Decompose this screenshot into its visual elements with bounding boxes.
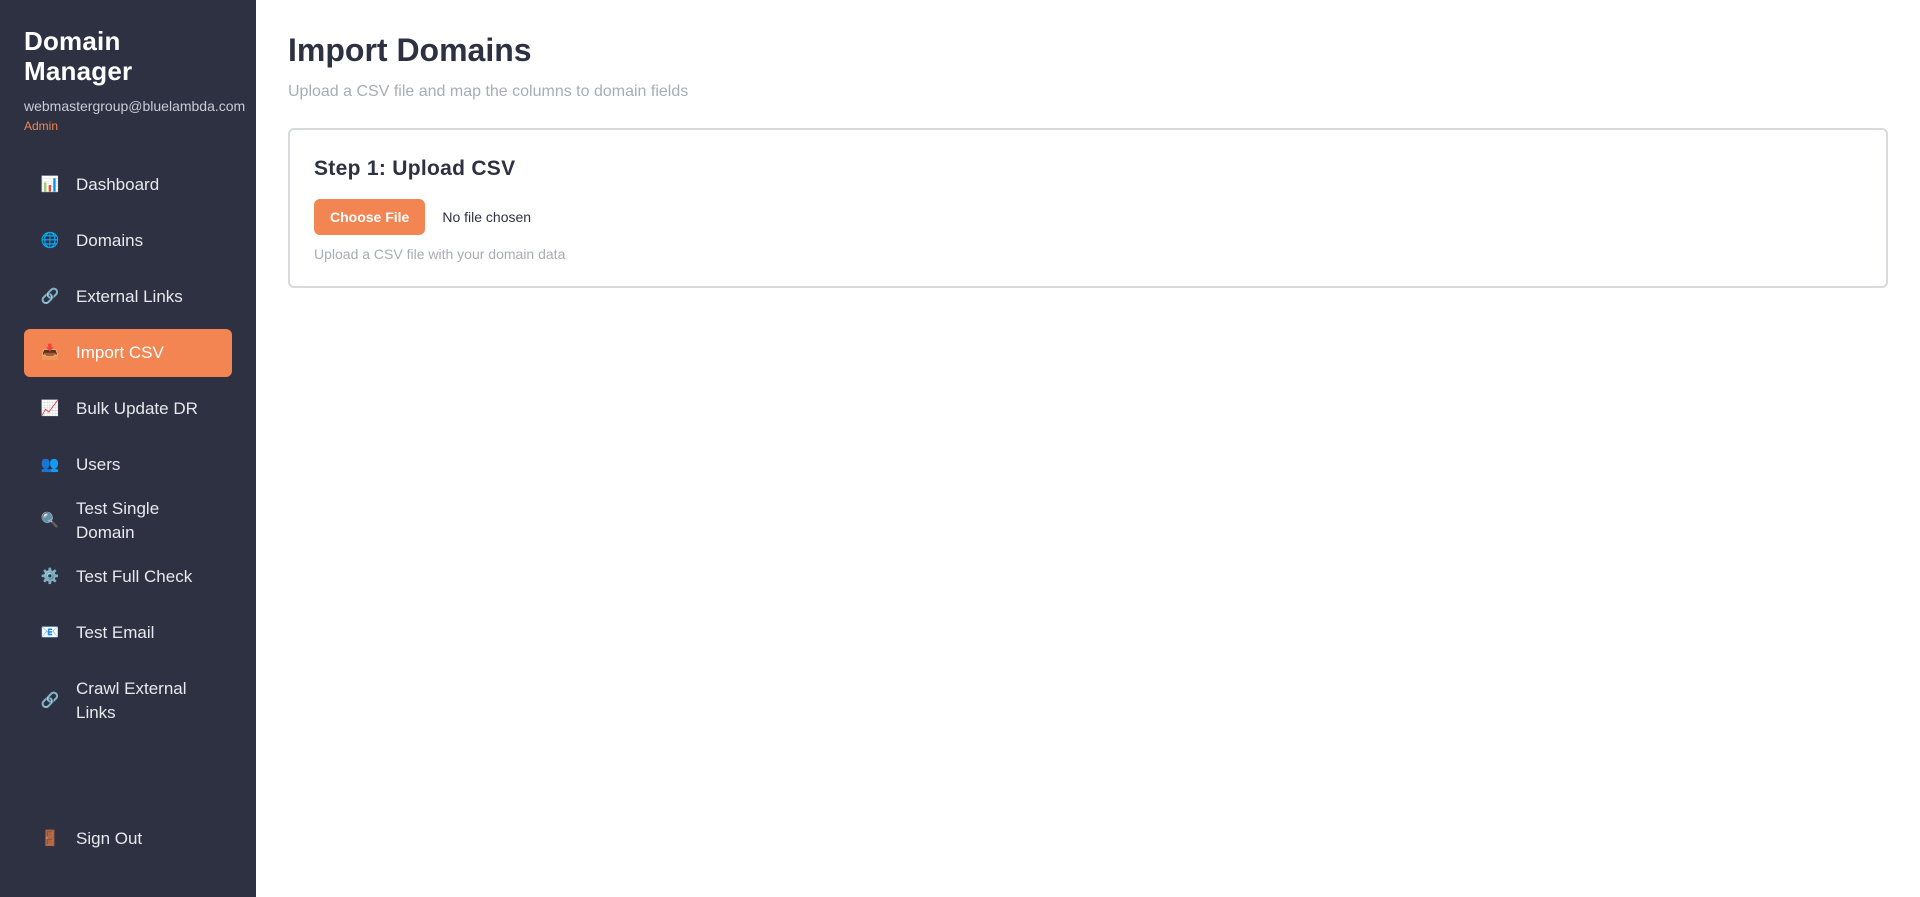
sidebar-item-users[interactable]: 👥 Users: [24, 441, 232, 489]
file-status-text: No file chosen: [442, 209, 532, 225]
sidebar-nav: 📊 Dashboard 🌐 Domains 🔗 External Links 📥…: [0, 161, 256, 737]
choose-file-button[interactable]: Choose File: [314, 199, 426, 235]
app-title: Domain Manager: [24, 26, 133, 86]
sidebar-item-label: Users: [76, 455, 121, 474]
email-icon: 📧: [40, 624, 60, 641]
gear-icon: ⚙️: [40, 568, 60, 585]
sidebar-item-label: Test Single Domain: [76, 499, 160, 542]
sidebar-item-domains[interactable]: 🌐 Domains: [24, 217, 232, 265]
sidebar-item-label: Domains: [76, 231, 144, 250]
sign-out-label: Sign Out: [76, 829, 143, 848]
sidebar-item-dashboard[interactable]: 📊 Dashboard: [24, 161, 232, 209]
door-icon: 🚪: [40, 830, 60, 847]
sidebar-item-label: Dashboard: [76, 175, 160, 194]
sign-out-button[interactable]: 🚪 Sign Out: [24, 815, 232, 863]
sidebar: Domain Manager webmastergroup@bluelambda…: [0, 0, 256, 897]
sidebar-item-label: Bulk Update DR: [76, 399, 198, 418]
brand-block: Domain Manager webmastergroup@bluelambda…: [0, 0, 256, 133]
sidebar-item-label: Crawl External Links: [76, 679, 187, 722]
sidebar-item-label: Test Email: [76, 623, 155, 642]
user-email: webmastergroup@bluelambda.com: [24, 98, 246, 114]
sidebar-item-label: Import CSV: [76, 343, 164, 362]
sidebar-item-bulk-update-dr[interactable]: 📈 Bulk Update DR: [24, 385, 232, 433]
main-content: Import Domains Upload a CSV file and map…: [256, 0, 1920, 897]
bar-chart-icon: 📊: [40, 176, 60, 193]
sidebar-item-label: External Links: [76, 287, 183, 306]
upload-help-text: Upload a CSV file with your domain data: [314, 246, 566, 262]
link-icon: 🔗: [40, 288, 60, 305]
sidebar-item-external-links[interactable]: 🔗 External Links: [24, 273, 232, 321]
sidebar-item-import-csv[interactable]: 📥 Import CSV: [24, 329, 232, 377]
globe-icon: 🌐: [40, 232, 60, 249]
sidebar-item-test-email[interactable]: 📧 Test Email: [24, 609, 232, 657]
app-root: Domain Manager webmastergroup@bluelambda…: [0, 0, 1920, 897]
sidebar-item-test-single-domain[interactable]: 🔍 Test Single Domain: [24, 497, 232, 545]
trending-up-icon: 📈: [40, 400, 60, 417]
page-subtitle: Upload a CSV file and map the columns to…: [288, 83, 689, 100]
magnifier-icon: 🔍: [40, 512, 60, 529]
sidebar-item-test-full-check[interactable]: ⚙️ Test Full Check: [24, 553, 232, 601]
sidebar-item-label: Test Full Check: [76, 567, 193, 586]
page-title: Import Domains: [288, 32, 532, 68]
step-title: Step 1: Upload CSV: [314, 157, 516, 180]
users-icon: 👥: [40, 456, 60, 473]
user-role-badge: Admin: [24, 119, 59, 133]
upload-csv-card: Step 1: Upload CSV Choose File No file c…: [288, 128, 1888, 288]
link-icon: 🔗: [40, 692, 60, 709]
inbox-tray-icon: 📥: [40, 344, 60, 361]
file-input-row: Choose File No file chosen: [314, 199, 1862, 235]
sidebar-item-crawl-external-links[interactable]: 🔗 Crawl External Links: [24, 665, 232, 737]
